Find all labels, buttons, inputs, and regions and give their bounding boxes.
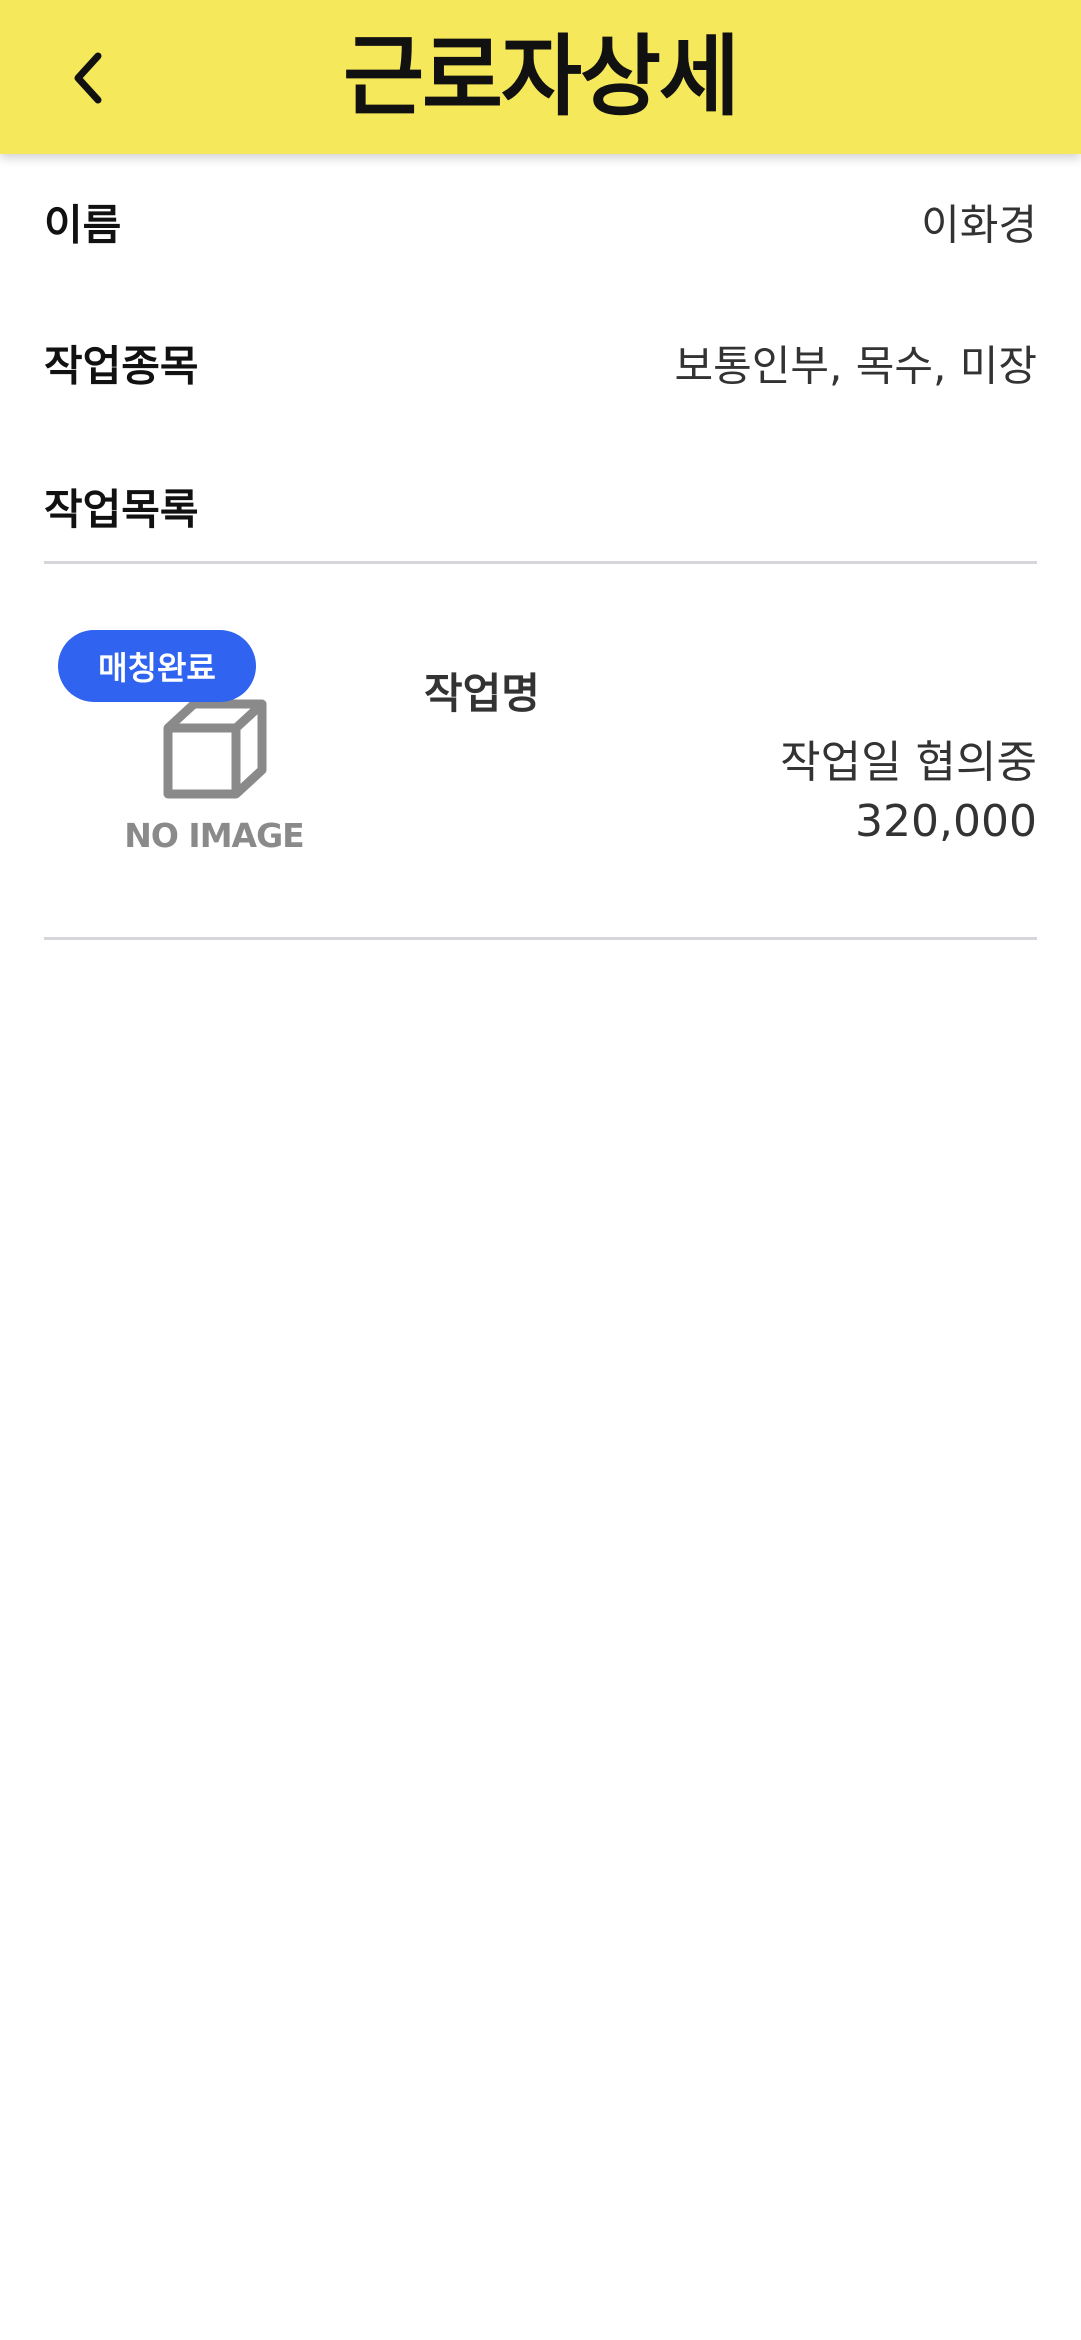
app-header: 근로자상세 <box>0 0 1081 154</box>
status-badge: 매칭완료 <box>58 630 256 702</box>
work-type-label: 작업종목 <box>44 341 199 391</box>
job-price: 320,000 <box>855 796 1037 847</box>
job-list-item[interactable]: 매칭완료 NO IMAGE 작업명 작업일 협의중 320,000 <box>44 564 1037 940</box>
no-image-label: NO IMAGE <box>124 816 304 855</box>
box-icon <box>163 699 267 799</box>
job-thumbnail: 매칭완료 NO IMAGE <box>44 594 384 855</box>
job-name: 작업명 <box>424 669 540 718</box>
job-list-header: 작업목록 <box>44 436 1037 564</box>
work-type-row: 작업종목 보통인부, 목수, 미장 <box>44 290 1037 436</box>
worker-detail: 이름 이화경 작업종목 보통인부, 목수, 미장 작업목록 매칭완료 NO IM… <box>44 154 1037 940</box>
work-type-value: 보통인부, 목수, 미장 <box>674 341 1037 391</box>
name-label: 이름 <box>44 200 122 250</box>
name-row: 이름 이화경 <box>44 154 1037 290</box>
name-value: 이화경 <box>921 200 1037 250</box>
job-list-title: 작업목록 <box>44 485 199 534</box>
job-date: 작업일 협의중 <box>780 737 1037 788</box>
page-title: 근로자상세 <box>343 25 740 128</box>
